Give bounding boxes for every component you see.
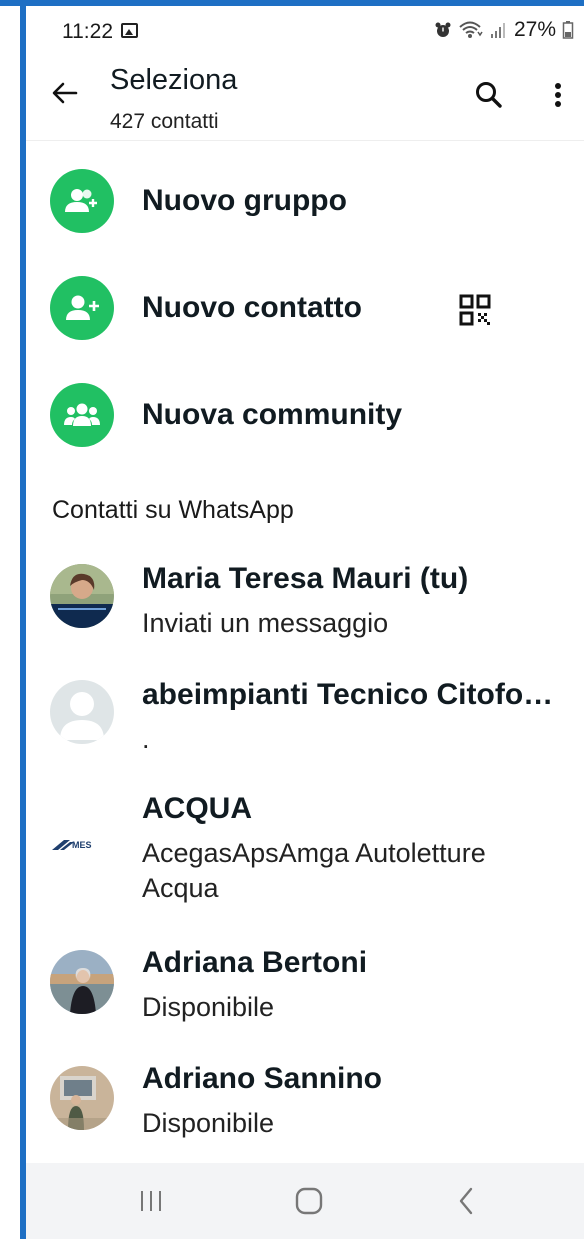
contact-status: . <box>142 724 150 754</box>
more-options-icon[interactable] <box>546 78 570 112</box>
qr-code-icon[interactable] <box>459 294 491 326</box>
new-contact-row[interactable]: Nuovo contatto <box>26 263 584 353</box>
contact-status: AcegasApsAmga Autoletture Acqua <box>142 838 486 903</box>
recent-apps-icon[interactable] <box>131 1183 171 1219</box>
search-icon[interactable] <box>472 78 506 112</box>
battery-icon <box>562 21 574 39</box>
default-avatar-icon <box>50 680 114 744</box>
group-add-icon <box>50 169 114 233</box>
back-nav-icon[interactable] <box>447 1183 487 1219</box>
contact-name: abeimpianti Tecnico Citofo… <box>142 678 554 711</box>
contact-row[interactable]: abeimpianti Tecnico Citofo… . <box>26 670 584 770</box>
page-title: Seleziona <box>110 64 238 96</box>
gallery-notification-icon <box>121 23 138 38</box>
contact-row[interactable]: MES ACQUA AcegasApsAmga Autoletture Acqu… <box>26 786 584 916</box>
new-group-label: Nuovo gruppo <box>142 184 347 217</box>
system-nav-bar <box>26 1163 584 1239</box>
contact-row[interactable]: Adriano Sannino Disponibile <box>26 1054 584 1154</box>
new-group-row[interactable]: Nuovo gruppo <box>26 156 584 246</box>
contact-row[interactable]: Maria Teresa Mauri (tu) Inviati un messa… <box>26 554 584 654</box>
screen: 11:22 27% Seleziona 427 contatti Nuovo g… <box>26 6 584 1239</box>
home-icon[interactable] <box>289 1183 329 1219</box>
logo-text: MES <box>72 840 92 850</box>
status-bar: 11:22 27% <box>26 6 584 56</box>
status-right: 27% <box>434 18 574 42</box>
person-add-icon <box>50 276 114 340</box>
new-contact-label: Nuovo contatto <box>142 291 362 324</box>
new-community-label: Nuova community <box>142 398 403 431</box>
contact-name: Adriano Sannino <box>142 1062 382 1095</box>
avatar <box>50 950 114 1014</box>
alarm-icon <box>435 22 451 37</box>
contacts-count: 427 contatti <box>110 110 219 133</box>
community-icon <box>50 383 114 447</box>
avatar <box>50 564 114 628</box>
status-time: 11:22 <box>62 20 113 43</box>
wifi-icon <box>459 21 483 38</box>
back-arrow-icon[interactable] <box>48 76 82 110</box>
company-logo: MES <box>50 814 114 878</box>
contact-name: ACQUA <box>142 792 252 825</box>
new-community-row[interactable]: Nuova community <box>26 370 584 460</box>
section-header: Contatti su WhatsApp <box>52 496 294 524</box>
battery-percentage: 27% <box>513 18 556 41</box>
app-bar: Seleziona 427 contatti <box>26 56 584 141</box>
contact-name: Maria Teresa Mauri (tu) <box>142 562 469 595</box>
contact-name: Adriana Bertoni <box>142 946 368 979</box>
contact-status: Inviati un messaggio <box>142 608 389 638</box>
contact-row[interactable]: Adriana Bertoni Disponibile <box>26 938 584 1038</box>
contact-status: Disponibile <box>142 1108 275 1138</box>
signal-icon <box>490 23 505 38</box>
avatar <box>50 1066 114 1130</box>
contact-status: Disponibile <box>142 992 275 1022</box>
